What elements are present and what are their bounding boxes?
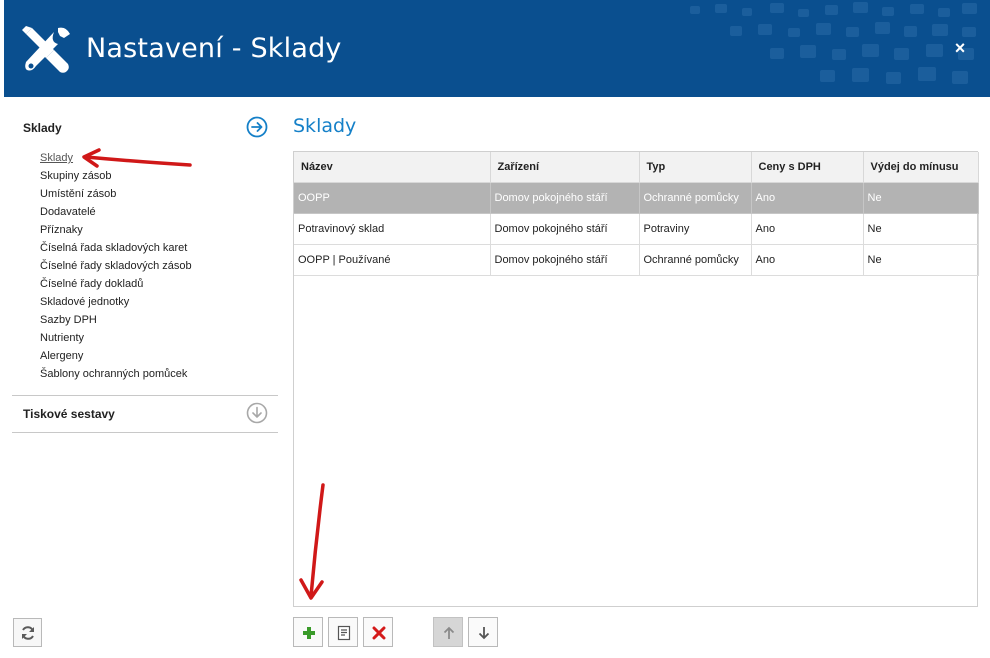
window-title: Nastavení - Sklady xyxy=(86,33,342,64)
table-cell: Ochranné pomůcky xyxy=(639,182,752,214)
table-cell: Ano xyxy=(751,182,864,214)
table-row[interactable]: OOPP | Používané Domov pokojného stáří O… xyxy=(294,244,979,276)
table-cell: Potraviny xyxy=(639,213,752,245)
move-down-button[interactable] xyxy=(468,617,498,647)
sidebar-item-sklady[interactable]: Sklady xyxy=(40,149,278,167)
sidebar-item-ciselna-rada-karet[interactable]: Číselná řada skladových karet xyxy=(40,239,278,257)
header-pattern xyxy=(690,2,977,84)
table-cell: Ne xyxy=(863,213,979,245)
column-header-typ[interactable]: Typ xyxy=(639,152,752,183)
sidebar: Sklady Sklady Skupiny zásob Umístění zás… xyxy=(12,110,278,433)
sidebar-section-header-tiskove-sestavy[interactable]: Tiskové sestavy xyxy=(12,396,278,432)
refresh-icon xyxy=(22,626,34,640)
column-header-zarizeni[interactable]: Zařízení xyxy=(490,152,640,183)
table-cell: OOPP xyxy=(294,182,491,214)
refresh-button[interactable] xyxy=(13,618,42,647)
sidebar-items: Sklady Skupiny zásob Umístění zásob Doda… xyxy=(12,146,278,383)
sidebar-item-umisteni-zasob[interactable]: Umístění zásob xyxy=(40,185,278,203)
table-cell: Ano xyxy=(751,213,864,245)
column-header-nazev[interactable]: Název xyxy=(294,152,491,183)
table-cell: Potravinový sklad xyxy=(294,213,491,245)
sidebar-item-dodavatele[interactable]: Dodavatelé xyxy=(40,203,278,221)
sidebar-item-sazby-dph[interactable]: Sazby DPH xyxy=(40,311,278,329)
column-header-ceny-s-dph[interactable]: Ceny s DPH xyxy=(751,152,864,183)
page-title: Sklady xyxy=(293,115,357,137)
table-cell: Ano xyxy=(751,244,864,276)
sidebar-section-title: Sklady xyxy=(23,121,62,135)
column-header-vydej-do-minusu[interactable]: Výdej do mínusu xyxy=(863,152,979,183)
sidebar-item-skladove-jednotky[interactable]: Skladové jednotky xyxy=(40,293,278,311)
edit-document-icon xyxy=(337,625,351,641)
table-header-row: Název Zařízení Typ Ceny s DPH Výdej do m… xyxy=(294,152,979,183)
table-cell: Ochranné pomůcky xyxy=(639,244,752,276)
sidebar-section-title: Tiskové sestavy xyxy=(23,407,115,421)
table-cell: Domov pokojného stáří xyxy=(490,213,640,245)
table-cell: Ne xyxy=(863,182,979,214)
delete-button[interactable] xyxy=(363,617,393,647)
table-cell: Ne xyxy=(863,244,979,276)
close-icon[interactable]: × xyxy=(950,38,970,58)
sidebar-item-ciselne-rady-dokladu[interactable]: Číselné řady dokladů xyxy=(40,275,278,293)
wrench-screwdriver-icon xyxy=(22,26,70,73)
arrow-down-circle-icon[interactable] xyxy=(246,402,268,424)
sidebar-item-skupiny-zasob[interactable]: Skupiny zásob xyxy=(40,167,278,185)
sidebar-item-ciselne-rady-zasob[interactable]: Číselné řady skladových zásob xyxy=(40,257,278,275)
window-header: Nastavení - Sklady × xyxy=(4,0,990,97)
table-cell: Domov pokojného stáří xyxy=(490,244,640,276)
sidebar-item-priznaky[interactable]: Příznaky xyxy=(40,221,278,239)
sidebar-section-sklady: Sklady Sklady Skupiny zásob Umístění zás… xyxy=(12,110,278,396)
plus-icon xyxy=(303,627,315,639)
table-cell: Domov pokojného stáří xyxy=(490,182,640,214)
arrow-up-icon xyxy=(443,626,455,639)
warehouse-grid: Název Zařízení Typ Ceny s DPH Výdej do m… xyxy=(293,151,979,607)
table-row[interactable]: OOPP Domov pokojného stáří Ochranné pomů… xyxy=(294,182,979,214)
add-button[interactable] xyxy=(293,617,323,647)
sidebar-section-header-sklady[interactable]: Sklady xyxy=(12,110,278,146)
table-cell: OOPP | Používané xyxy=(294,244,491,276)
arrow-down-icon xyxy=(478,627,490,640)
sidebar-item-alergeny[interactable]: Alergeny xyxy=(40,347,278,365)
sidebar-section-tiskove-sestavy: Tiskové sestavy xyxy=(12,396,278,433)
sidebar-item-nutrienty[interactable]: Nutrienty xyxy=(40,329,278,347)
arrow-right-circle-icon[interactable] xyxy=(246,116,268,138)
table-row[interactable]: Potravinový sklad Domov pokojného stáří … xyxy=(294,213,979,245)
sidebar-item-sablony-ochrannych-pomucek[interactable]: Šablony ochranných pomůcek xyxy=(40,365,278,383)
edit-button[interactable] xyxy=(328,617,358,647)
delete-x-icon xyxy=(372,626,386,640)
warehouse-table: Název Zařízení Typ Ceny s DPH Výdej do m… xyxy=(294,152,979,276)
move-up-button[interactable] xyxy=(433,617,463,647)
